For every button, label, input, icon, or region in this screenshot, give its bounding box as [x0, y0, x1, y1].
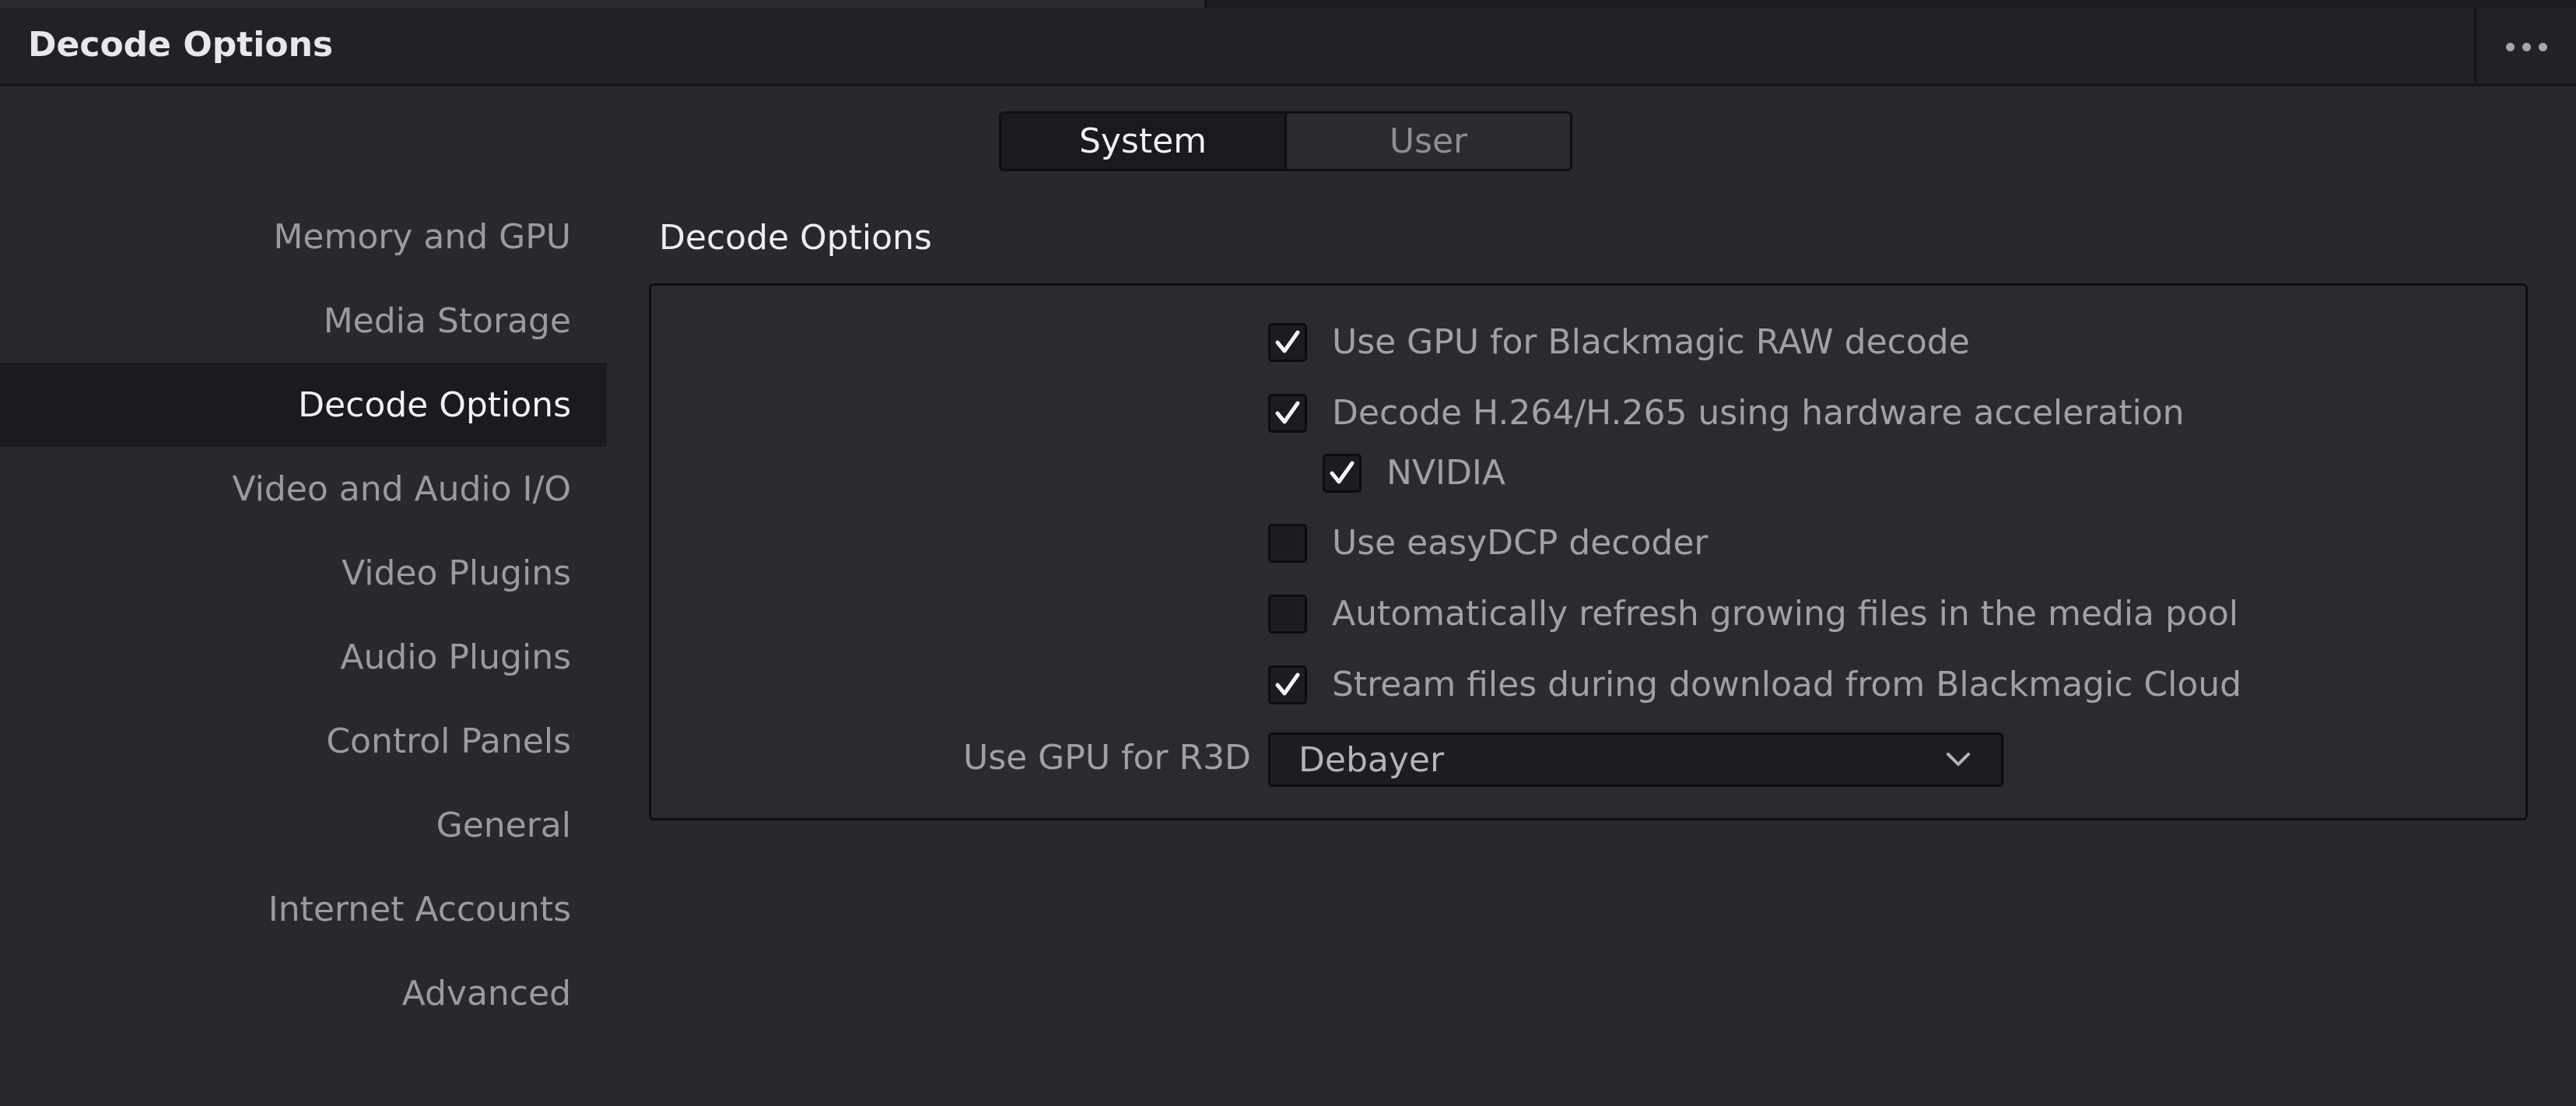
option-label: Decode H.264/H.265 using hardware accele…: [1332, 393, 2185, 433]
option-gpu-braw[interactable]: Use GPU for Blackmagic RAW decode: [1268, 322, 1970, 362]
option-refresh-growing[interactable]: Automatically refresh growing files in t…: [1268, 594, 2238, 634]
checkmark-icon: [1275, 330, 1300, 353]
checkbox-hw-decode[interactable]: [1268, 393, 1307, 433]
r3d-label: Use GPU for R3D: [963, 738, 1251, 778]
sidebar-item-advanced[interactable]: Advanced: [0, 951, 607, 1035]
more-horizontal-icon: [2506, 43, 2515, 51]
window-title: Decode Options: [28, 25, 334, 65]
more-horizontal-icon: [2539, 43, 2547, 51]
r3d-dropdown[interactable]: Debayer: [1268, 732, 2003, 787]
sidebar-item-media-storage[interactable]: Media Storage: [0, 279, 607, 363]
checkbox-nvidia[interactable]: [1323, 453, 1362, 493]
sidebar-item-memory-and-gpu[interactable]: Memory and GPU: [0, 195, 607, 279]
preferences-window: Decode Options System User Memory and GP…: [0, 0, 2576, 1106]
checkbox-refresh-growing[interactable]: [1268, 594, 1307, 634]
tab-user[interactable]: User: [1287, 114, 1570, 169]
sidebar-item-internet-accounts[interactable]: Internet Accounts: [0, 867, 607, 951]
checkmark-icon: [1275, 401, 1300, 423]
option-hw-decode[interactable]: Decode H.264/H.265 using hardware accele…: [1268, 393, 2185, 433]
more-horizontal-icon: [2522, 43, 2531, 51]
more-options-button[interactable]: [2477, 8, 2576, 86]
system-user-switch: System User: [999, 111, 1572, 171]
section-title: Decode Options: [659, 218, 932, 258]
checkmark-icon: [1330, 461, 1355, 483]
top-strip: [0, 0, 2576, 8]
header-bar: Decode Options: [0, 8, 2576, 86]
option-label: Stream files during download from Blackm…: [1332, 665, 2242, 704]
checkmark-icon: [1275, 672, 1300, 695]
checkbox-gpu-braw[interactable]: [1268, 322, 1307, 362]
settings-sidebar: Memory and GPU Media Storage Decode Opti…: [0, 195, 607, 1035]
sidebar-item-control-panels[interactable]: Control Panels: [0, 699, 607, 783]
sidebar-item-decode-options[interactable]: Decode Options: [0, 363, 607, 447]
option-label: Automatically refresh growing files in t…: [1332, 594, 2238, 634]
checkbox-easydcp[interactable]: [1268, 523, 1307, 563]
sidebar-item-audio-plugins[interactable]: Audio Plugins: [0, 615, 607, 699]
top-strip-left: [0, 0, 1204, 8]
r3d-dropdown-value: Debayer: [1299, 739, 1445, 780]
sidebar-item-video-and-audio-io[interactable]: Video and Audio I/O: [0, 447, 607, 531]
option-easydcp[interactable]: Use easyDCP decoder: [1268, 523, 1709, 563]
tab-system[interactable]: System: [1001, 114, 1287, 169]
checkbox-stream-cloud[interactable]: [1268, 665, 1307, 704]
option-label: NVIDIA: [1386, 453, 1505, 493]
option-label: Use GPU for Blackmagic RAW decode: [1332, 322, 1970, 362]
sidebar-item-video-plugins[interactable]: Video Plugins: [0, 531, 607, 615]
option-nvidia[interactable]: NVIDIA: [1323, 453, 1505, 493]
top-strip-right: [1204, 0, 2576, 8]
sidebar-item-general[interactable]: General: [0, 783, 607, 867]
option-stream-cloud[interactable]: Stream files during download from Blackm…: [1268, 665, 2241, 704]
chevron-down-icon: [1947, 753, 1970, 766]
option-label: Use easyDCP decoder: [1332, 523, 1709, 563]
